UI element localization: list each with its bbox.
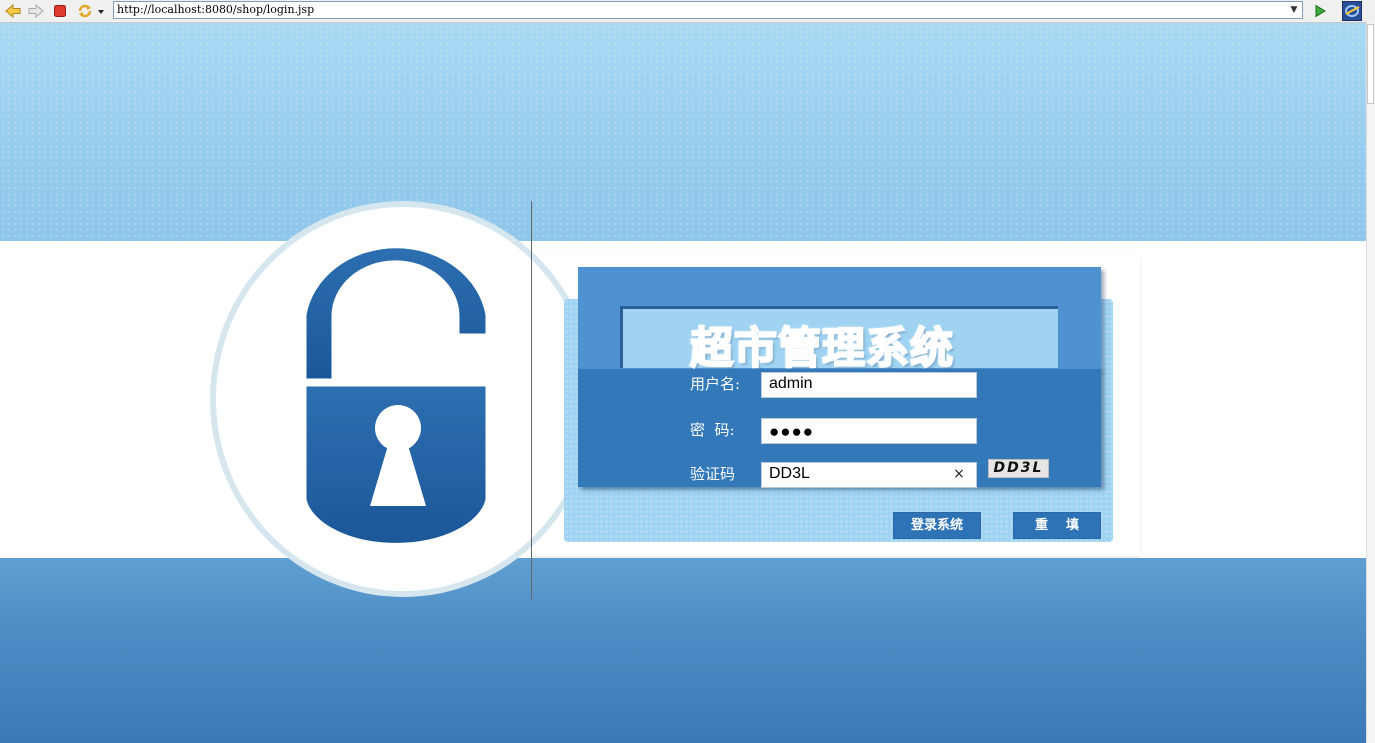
vertical-divider <box>531 201 532 599</box>
vertical-scrollbar[interactable] <box>1366 22 1375 743</box>
login-button[interactable]: 登录系统 <box>893 512 981 539</box>
reset-button[interactable]: 重 填 <box>1013 512 1101 539</box>
browser-toolbar: http://localhost:8080/shop/login.jsp ▼ <box>0 0 1375 23</box>
captcha-label: 验证码 <box>690 465 736 483</box>
ie-logo-icon[interactable] <box>1342 1 1362 21</box>
password-label: 密 码: <box>690 421 735 439</box>
captcha-input[interactable]: DD3L <box>761 462 977 488</box>
url-text: http://localhost:8080/shop/login.jsp <box>117 3 315 16</box>
forward-icon[interactable] <box>27 2 45 20</box>
header-background <box>0 23 1366 241</box>
system-title: 超市管理系统 <box>689 323 954 375</box>
go-icon[interactable] <box>1311 2 1329 20</box>
padlock-icon <box>303 245 489 546</box>
username-label: 用户名: <box>690 375 741 393</box>
refresh-icon[interactable] <box>76 2 94 20</box>
clear-input-icon[interactable]: × <box>951 465 967 483</box>
back-icon[interactable] <box>4 2 22 20</box>
menu-dropdown-icon[interactable] <box>95 2 107 20</box>
captcha-image[interactable]: DD3L <box>988 459 1049 478</box>
footer-background <box>0 558 1366 743</box>
address-dropdown-icon[interactable]: ▼ <box>1287 3 1301 17</box>
address-bar[interactable]: http://localhost:8080/shop/login.jsp ▼ <box>113 1 1303 19</box>
username-input[interactable]: admin <box>761 372 977 398</box>
password-input[interactable]: ●●●● <box>761 418 977 444</box>
stop-icon[interactable] <box>51 2 69 20</box>
scrollbar-thumb[interactable] <box>1367 24 1374 104</box>
